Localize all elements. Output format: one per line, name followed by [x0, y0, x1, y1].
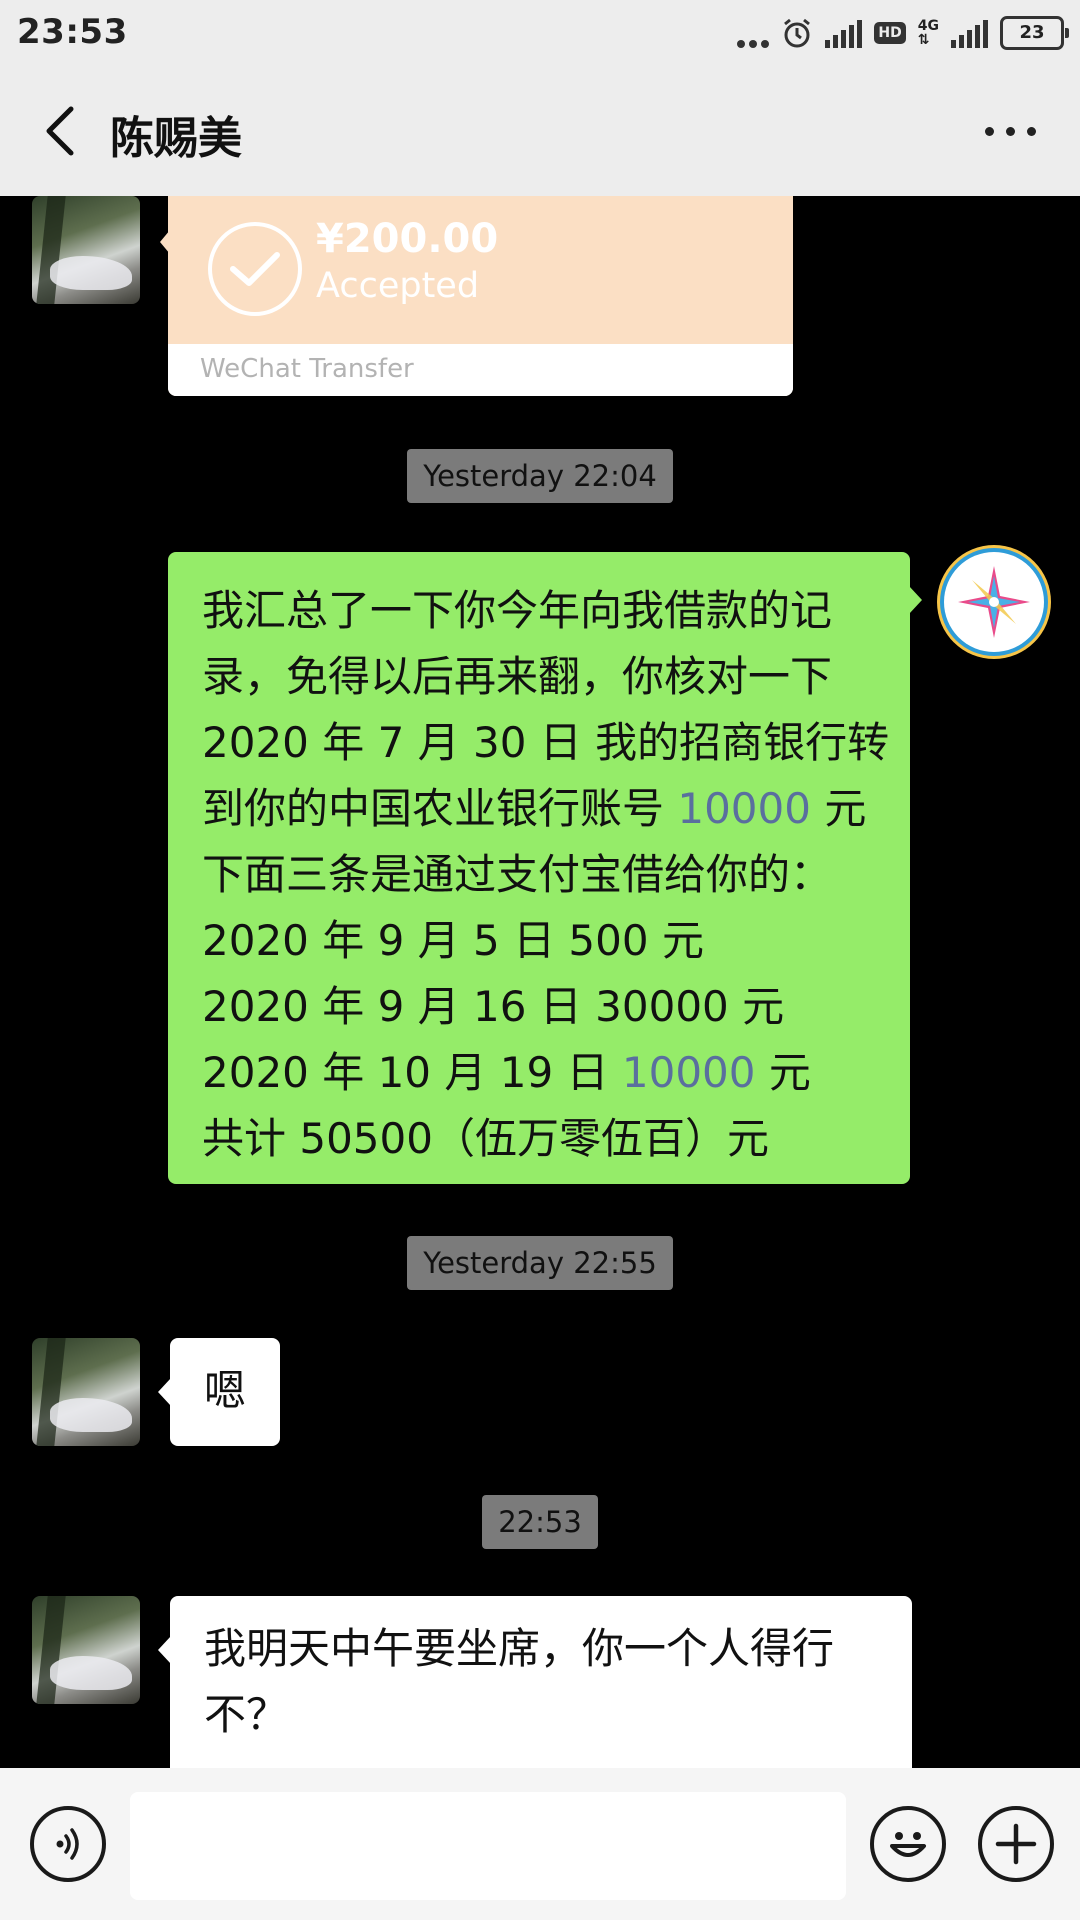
message-line: 录，免得以后再来翻，你核对一下 — [202, 652, 833, 701]
number-link[interactable]: 10000 — [622, 1048, 756, 1097]
status-icons: HD 4G ⇅ 23 — [737, 14, 1069, 52]
received-message-bubble[interactable]: 我明天中午要坐席，你一个人得行 不？ — [158, 1596, 912, 1768]
transfer-status: Accepted — [316, 266, 480, 306]
more-button[interactable] — [970, 98, 1050, 164]
message-text: 元 — [810, 784, 867, 833]
battery-icon: 23 — [1000, 16, 1069, 50]
status-bar: 23:53 HD 4G ⇅ 23 — [0, 0, 1080, 66]
chat-screen: 23:53 HD 4G ⇅ 23 陈赐美 ¥200.00 Accepted We… — [0, 0, 1080, 1920]
message-line: 到你的中国农业银行账号 10000 元 — [202, 776, 884, 842]
chat-header: 陈赐美 — [0, 66, 1080, 196]
message-line: 2020 年 7 月 30 日 我的招商银行转 — [202, 718, 890, 767]
emoji-icon — [890, 1832, 926, 1857]
timestamp: Yesterday 22:04 — [0, 449, 1080, 503]
chevron-left-icon — [46, 106, 74, 156]
transfer-amount: ¥200.00 — [316, 216, 499, 262]
voice-button[interactable] — [30, 1806, 106, 1882]
network-type: 4G ⇅ — [918, 19, 939, 47]
timestamp-label: 22:53 — [482, 1495, 598, 1549]
status-time: 23:53 — [17, 12, 128, 52]
contact-avatar[interactable] — [32, 1338, 140, 1446]
number-link[interactable]: 10000 — [677, 784, 811, 833]
my-avatar[interactable] — [944, 552, 1044, 652]
contact-avatar[interactable] — [32, 1596, 140, 1704]
check-icon — [208, 222, 302, 316]
chat-area[interactable]: ¥200.00 Accepted WeChat Transfer Yesterd… — [0, 196, 1080, 1768]
emoji-button[interactable] — [870, 1806, 946, 1882]
input-bar — [0, 1768, 1080, 1920]
transfer-card[interactable]: ¥200.00 Accepted WeChat Transfer — [168, 196, 793, 396]
signal-icon-2 — [951, 18, 988, 48]
message-line: 我汇总了一下你今年向我借款的记 — [202, 586, 833, 635]
transfer-card-footer: WeChat Transfer — [168, 344, 793, 396]
message-line: 2020 年 9 月 5 日 500 元 — [202, 916, 704, 965]
timestamp: 22:53 — [0, 1495, 1080, 1549]
transfer-label: WeChat Transfer — [200, 354, 414, 384]
message-text: 到你的中国农业银行账号 — [202, 784, 678, 833]
chat-title: 陈赐美 — [110, 113, 242, 164]
sent-message-bubble[interactable]: 我汇总了一下你今年向我借款的记 录，免得以后再来翻，你核对一下 2020 年 7… — [168, 552, 922, 1184]
message-line: 共计 50500（伍万零伍百）元 — [202, 1114, 769, 1163]
timestamp-label: Yesterday 22:04 — [407, 449, 673, 503]
plus-icon — [995, 1823, 1037, 1865]
more-dots-icon — [984, 126, 994, 136]
data-arrows-icon: ⇅ — [917, 32, 930, 48]
back-button[interactable] — [30, 96, 90, 166]
alarm-icon — [784, 18, 811, 48]
contact-avatar[interactable] — [32, 196, 140, 304]
message-text: 元 — [755, 1048, 811, 1097]
message-input[interactable] — [130, 1792, 846, 1900]
message-text: 嗯 — [204, 1366, 247, 1415]
transfer-card-top: ¥200.00 Accepted — [168, 196, 793, 344]
notification-dots-icon — [737, 18, 770, 48]
hd-icon: HD — [874, 22, 906, 44]
message-line: 我明天中午要坐席，你一个人得行 — [204, 1624, 835, 1673]
voice-icon — [56, 1828, 79, 1860]
network-label: 4G — [917, 18, 939, 34]
timestamp: Yesterday 22:55 — [0, 1236, 1080, 1290]
message-text: 2020 年 10 月 19 日 — [202, 1048, 622, 1097]
timestamp-label: Yesterday 22:55 — [407, 1236, 673, 1290]
message-line: 2020 年 10 月 19 日 10000 元 — [202, 1040, 884, 1106]
signal-icon — [825, 18, 863, 48]
message-line: 2020 年 9 月 16 日 30000 元 — [202, 982, 785, 1031]
star-avatar-icon — [958, 566, 1030, 638]
message-line: 下面三条是通过支付宝借给你的： — [202, 850, 833, 899]
more-actions-button[interactable] — [978, 1806, 1054, 1882]
received-message-bubble[interactable]: 嗯 — [158, 1338, 280, 1446]
message-line: 不？ — [204, 1690, 289, 1739]
